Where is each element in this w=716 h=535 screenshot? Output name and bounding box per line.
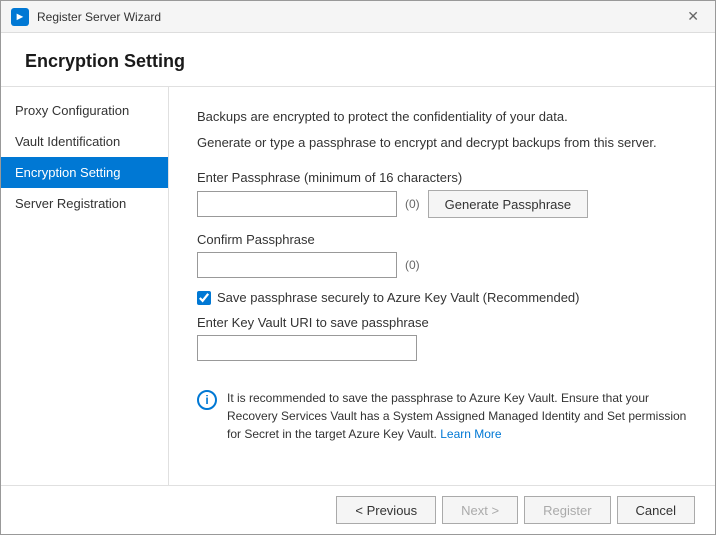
- cancel-button[interactable]: Cancel: [617, 496, 695, 524]
- description1: Backups are encrypted to protect the con…: [197, 107, 687, 127]
- info-text: It is recommended to save the passphrase…: [227, 389, 687, 443]
- title-bar-left: ► Register Server Wizard: [11, 8, 161, 26]
- window-title: Register Server Wizard: [37, 10, 161, 24]
- info-box: i It is recommended to save the passphra…: [197, 381, 687, 451]
- azure-keyvault-checkbox[interactable]: [197, 291, 211, 305]
- register-button[interactable]: Register: [524, 496, 610, 524]
- key-vault-input[interactable]: [197, 335, 417, 361]
- confirm-section: Confirm Passphrase (0): [197, 232, 687, 278]
- key-vault-label: Enter Key Vault URI to save passphrase: [197, 315, 687, 330]
- close-button[interactable]: ✕: [681, 6, 705, 27]
- sidebar-item-proxy-configuration[interactable]: Proxy Configuration: [1, 95, 168, 126]
- info-icon: i: [197, 390, 217, 410]
- passphrase-char-count: (0): [405, 197, 420, 211]
- checkbox-label[interactable]: Save passphrase securely to Azure Key Va…: [217, 290, 580, 305]
- app-icon: ►: [11, 8, 29, 26]
- footer: < Previous Next > Register Cancel: [1, 485, 715, 534]
- passphrase-label: Enter Passphrase (minimum of 16 characte…: [197, 170, 687, 185]
- passphrase-section: Enter Passphrase (minimum of 16 characte…: [197, 170, 687, 218]
- passphrase-row: (0) Generate Passphrase: [197, 190, 687, 218]
- main-content: Backups are encrypted to protect the con…: [169, 87, 715, 485]
- title-bar: ► Register Server Wizard ✕: [1, 1, 715, 33]
- generate-passphrase-button[interactable]: Generate Passphrase: [428, 190, 588, 218]
- sidebar-item-vault-identification[interactable]: Vault Identification: [1, 126, 168, 157]
- wizard-window: ► Register Server Wizard ✕ Encryption Se…: [0, 0, 716, 535]
- page-title: Encryption Setting: [25, 51, 185, 71]
- page-title-bar: Encryption Setting: [1, 33, 715, 87]
- next-button[interactable]: Next >: [442, 496, 518, 524]
- content-area: Proxy Configuration Vault Identification…: [1, 87, 715, 485]
- sidebar-item-server-registration[interactable]: Server Registration: [1, 188, 168, 219]
- sidebar-item-encryption-setting[interactable]: Encryption Setting: [1, 157, 168, 188]
- description2: Generate or type a passphrase to encrypt…: [197, 133, 687, 153]
- sidebar: Proxy Configuration Vault Identification…: [1, 87, 169, 485]
- checkbox-row: Save passphrase securely to Azure Key Va…: [197, 290, 687, 305]
- confirm-passphrase-char-count: (0): [405, 258, 420, 272]
- previous-button[interactable]: < Previous: [336, 496, 436, 524]
- passphrase-input[interactable]: [197, 191, 397, 217]
- learn-more-link[interactable]: Learn More: [440, 427, 501, 441]
- confirm-passphrase-row: (0): [197, 252, 687, 278]
- confirm-passphrase-label: Confirm Passphrase: [197, 232, 687, 247]
- confirm-passphrase-input[interactable]: [197, 252, 397, 278]
